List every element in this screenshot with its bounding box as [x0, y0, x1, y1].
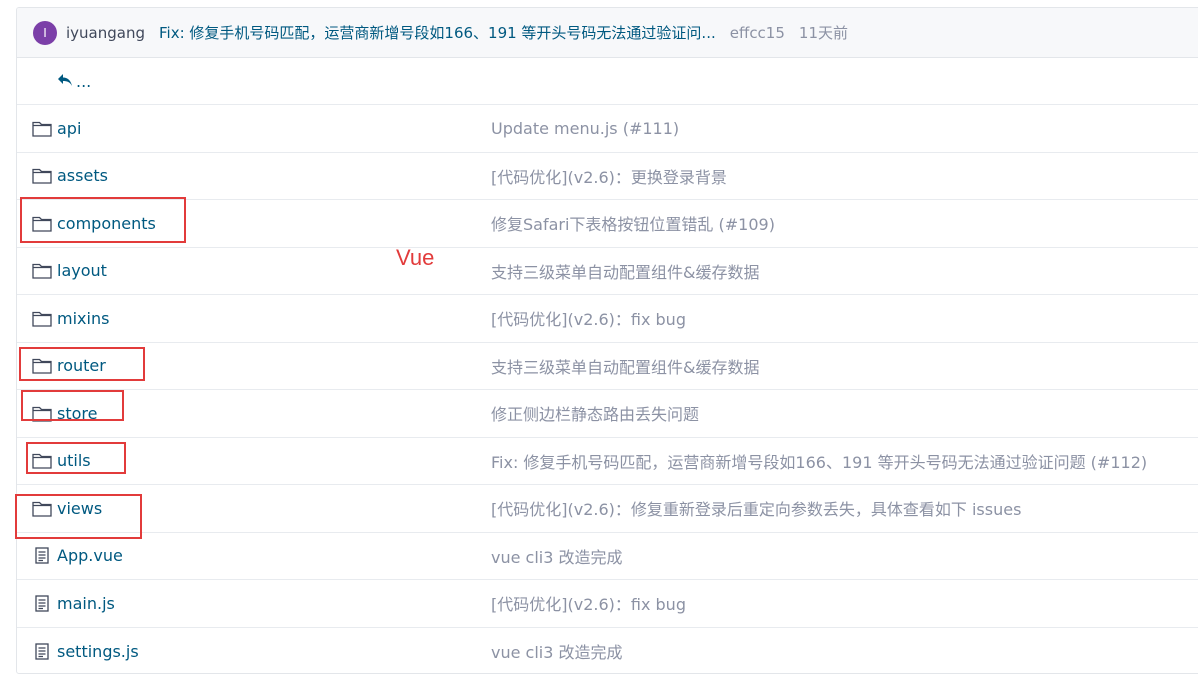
- file-name-link[interactable]: layout: [57, 261, 107, 280]
- folder-icon: [32, 404, 52, 422]
- file-name-cell: store: [32, 404, 97, 423]
- file-row[interactable]: assets [代码优化](v2.6)：更换登录背景: [17, 153, 1198, 200]
- file-commit-message[interactable]: [代码优化](v2.6)：修复重新登录后重定向参数丢失，具体查看如下 issue…: [491, 496, 1021, 520]
- file-commit-message[interactable]: 支持三级菜单自动配置组件&缓存数据: [491, 259, 759, 283]
- folder-icon: [32, 499, 52, 517]
- file-icon: [32, 594, 52, 612]
- file-name-cell: main.js: [32, 594, 115, 613]
- file-name-cell: App.vue: [32, 546, 123, 565]
- file-name-link[interactable]: api: [57, 119, 81, 138]
- file-name-link[interactable]: assets: [57, 166, 108, 185]
- file-name-link[interactable]: main.js: [57, 594, 115, 613]
- file-icon: [32, 642, 52, 660]
- vue-annotation-label: Vue: [396, 245, 435, 270]
- back-arrow-icon: [57, 72, 73, 91]
- file-row[interactable]: settings.js vue cli3 改造完成: [17, 628, 1198, 674]
- commit-author[interactable]: iyuangang: [66, 24, 145, 42]
- file-name-link[interactable]: router: [57, 356, 106, 375]
- file-row[interactable]: utils Fix: 修复手机号码匹配，运营商新增号段如166、191 等开头号码…: [17, 438, 1198, 485]
- commit-hash[interactable]: effcc15: [730, 24, 785, 42]
- file-commit-message[interactable]: Fix: 修复手机号码匹配，运营商新增号段如166、191 等开头号码无法通过验…: [491, 449, 1147, 473]
- folder-icon: [32, 119, 52, 137]
- file-commit-message[interactable]: Update menu.js (#111): [491, 119, 679, 138]
- file-row[interactable]: App.vue vue cli3 改造完成: [17, 533, 1198, 580]
- file-row[interactable]: store 修正侧边栏静态路由丢失问题: [17, 390, 1198, 438]
- file-row[interactable]: api Update menu.js (#111): [17, 105, 1198, 153]
- file-name-link[interactable]: store: [57, 404, 97, 423]
- file-row[interactable]: router 支持三级菜单自动配置组件&缓存数据: [17, 343, 1198, 390]
- file-commit-message[interactable]: 修复Safari下表格按钮位置错乱 (#109): [491, 211, 775, 235]
- file-commit-message[interactable]: [代码优化](v2.6)：更换登录背景: [491, 164, 727, 188]
- folder-icon: [32, 167, 52, 185]
- folder-icon: [32, 214, 52, 232]
- file-name-cell: router: [32, 356, 106, 375]
- file-commit-message[interactable]: 修正侧边栏静态路由丢失问题: [491, 401, 699, 425]
- file-name-link[interactable]: App.vue: [57, 546, 123, 565]
- file-name-cell: api: [32, 119, 81, 138]
- file-row[interactable]: components 修复Safari下表格按钮位置错乱 (#109): [17, 200, 1198, 248]
- file-list: api Update menu.js (#111) assets [代码优化](v2.…: [17, 105, 1198, 674]
- folder-icon: [32, 357, 52, 375]
- file-name-cell: layout: [32, 261, 107, 280]
- file-name-cell: assets: [32, 166, 108, 185]
- file-commit-message[interactable]: [代码优化](v2.6)：fix bug: [491, 591, 686, 615]
- folder-icon: [32, 452, 52, 470]
- file-name-cell: settings.js: [32, 642, 139, 661]
- file-commit-message[interactable]: 支持三级菜单自动配置组件&缓存数据: [491, 354, 759, 378]
- parent-directory-label[interactable]: ...: [76, 72, 91, 91]
- file-name-link[interactable]: settings.js: [57, 642, 139, 661]
- file-name-cell: views: [32, 499, 102, 518]
- avatar[interactable]: I: [33, 20, 57, 45]
- file-row[interactable]: main.js [代码优化](v2.6)：fix bug: [17, 580, 1198, 628]
- file-name-cell: components: [32, 214, 156, 233]
- parent-directory-link[interactable]: ...: [17, 58, 1198, 105]
- file-row[interactable]: layout 支持三级菜单自动配置组件&缓存数据: [17, 248, 1198, 295]
- folder-icon: [32, 309, 52, 327]
- commit-message[interactable]: Fix: 修复手机号码匹配，运营商新增号段如166、191 等开头号码无法通过验…: [159, 22, 716, 43]
- file-name-link[interactable]: components: [57, 214, 156, 233]
- file-row[interactable]: mixins [代码优化](v2.6)：fix bug: [17, 295, 1198, 343]
- file-commit-message[interactable]: vue cli3 改造完成: [491, 544, 623, 568]
- commit-time: 11天前: [798, 24, 848, 42]
- file-name-link[interactable]: views: [57, 499, 102, 518]
- file-name-link[interactable]: mixins: [57, 309, 109, 328]
- latest-commit-bar: I iyuangang Fix: 修复手机号码匹配，运营商新增号段如166、19…: [17, 8, 1198, 58]
- folder-icon: [32, 262, 52, 280]
- file-name-cell: mixins: [32, 309, 109, 328]
- file-name-link[interactable]: utils: [57, 451, 91, 470]
- file-commit-message[interactable]: vue cli3 改造完成: [491, 639, 623, 663]
- file-commit-message[interactable]: [代码优化](v2.6)：fix bug: [491, 306, 686, 330]
- file-tree-panel: I iyuangang Fix: 修复手机号码匹配，运营商新增号段如166、19…: [16, 7, 1198, 674]
- file-icon: [32, 547, 52, 565]
- file-name-cell: utils: [32, 451, 91, 470]
- file-row[interactable]: views [代码优化](v2.6)：修复重新登录后重定向参数丢失，具体查看如下 …: [17, 485, 1198, 533]
